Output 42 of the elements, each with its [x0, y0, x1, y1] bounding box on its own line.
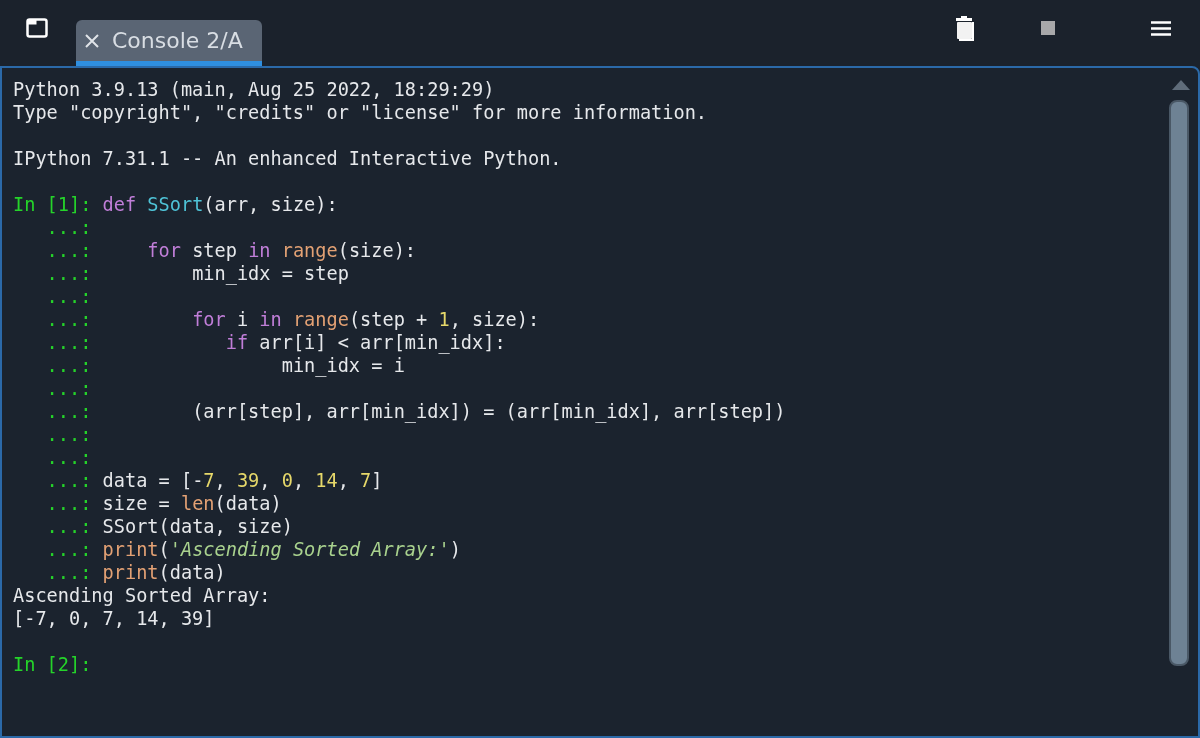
code-line: for step in range(size): — [146, 240, 417, 261]
input-prompt: In [1]: — [13, 194, 92, 215]
code-line: for i in range(step + 1, size): — [191, 309, 540, 330]
input-prompt: ...: — [45, 447, 92, 468]
code-line: size = len(data) — [102, 493, 282, 514]
code-line: if arr[i] < arr[min_idx]: — [224, 332, 506, 353]
close-icon[interactable] — [84, 32, 100, 49]
input-prompt: ...: — [45, 562, 92, 583]
input-prompt: ...: — [45, 240, 92, 261]
input-prompt: ...: — [45, 401, 92, 422]
output-line: Type "copyright", "credits" or "license" for more information. — [13, 101, 708, 124]
output-line: [-7, 0, 7, 14, 39] — [13, 607, 215, 630]
input-prompt: ...: — [45, 309, 92, 330]
scroll-up-icon[interactable] — [1172, 80, 1190, 90]
input-prompt: ...: — [45, 424, 92, 445]
scrollbar-thumb[interactable] — [1169, 100, 1189, 666]
output-line: Python 3.9.13 (main, Aug 25 2022, 18:29:29) — [13, 78, 495, 101]
window-icon[interactable] — [26, 18, 48, 38]
input-prompt: ...: — [45, 470, 92, 491]
code-line: min_idx = step — [191, 263, 349, 284]
input-prompt: ...: — [45, 217, 92, 238]
output-line: IPython 7.31.1 -- An enhanced Interactive Python. — [13, 147, 562, 170]
input-prompt: ...: — [45, 355, 92, 376]
input-prompt: ...: — [45, 332, 92, 353]
output-line: Ascending Sorted Array: — [13, 584, 271, 607]
input-prompt: ...: — [45, 516, 92, 537]
code-line: def SSort(arr, size): — [102, 194, 338, 215]
code-line: SSort(data, size) — [102, 516, 293, 537]
input-prompt: ...: — [45, 378, 92, 399]
code-line: print(data) — [102, 562, 226, 583]
input-prompt: ...: — [45, 263, 92, 284]
input-prompt: ...: — [45, 493, 92, 514]
input-prompt: ...: — [45, 286, 92, 307]
input-prompt: In [2]: — [13, 654, 92, 675]
code-line: data = [-7, 39, 0, 14, 7] — [102, 470, 383, 491]
code-line: (arr[step], arr[min_idx]) = (arr[min_idx], arr[step]) — [191, 401, 786, 422]
input-prompt: ...: — [45, 539, 92, 560]
code-line: print('Ascending Sorted Array:') — [102, 539, 461, 560]
menu-icon[interactable] — [1151, 21, 1171, 36]
code-line: min_idx = i — [280, 355, 405, 376]
trash-icon[interactable] — [954, 16, 976, 42]
console-tab[interactable]: Console 2/A — [76, 20, 262, 66]
